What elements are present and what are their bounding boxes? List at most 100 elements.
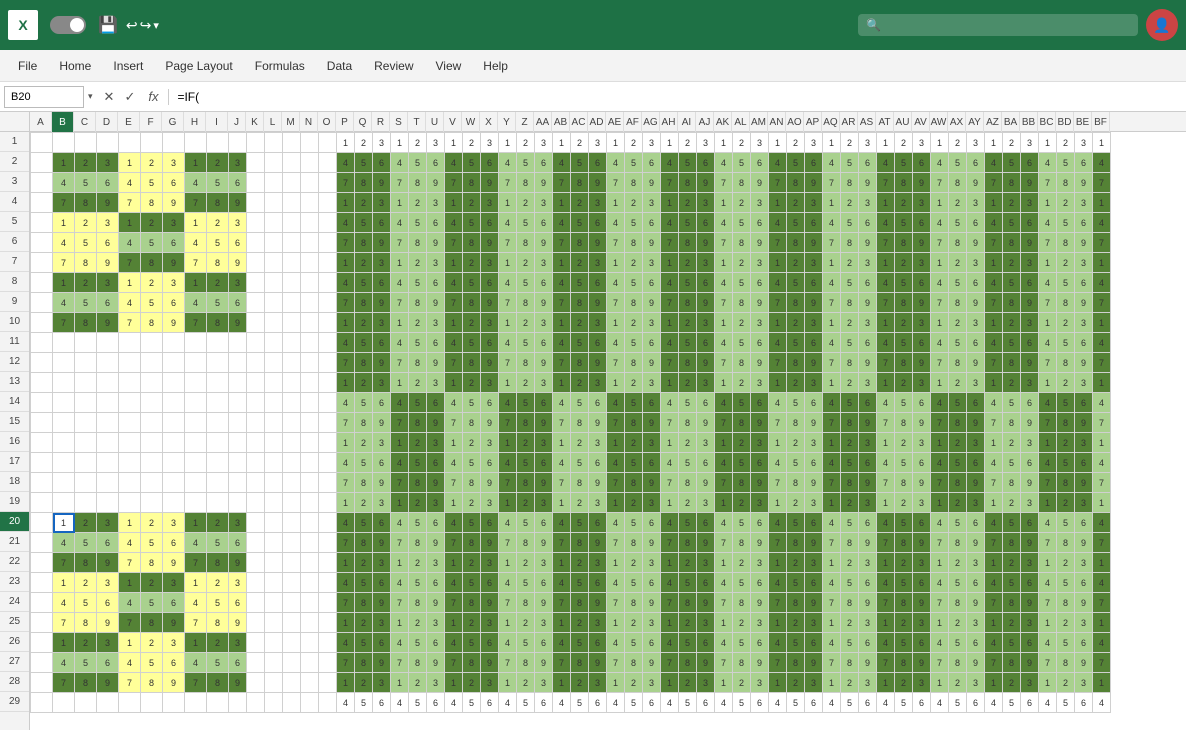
cell-BF4[interactable]: 1 (1093, 193, 1111, 213)
cell-AU18[interactable]: 8 (895, 473, 913, 493)
cell-AW9[interactable]: 7 (931, 293, 949, 313)
cell-AM1[interactable]: 3 (751, 133, 769, 153)
cell-G13[interactable] (163, 373, 185, 393)
cell-Y10[interactable]: 1 (499, 313, 517, 333)
cell-AB4[interactable]: 1 (553, 193, 571, 213)
cell-AF17[interactable]: 5 (625, 453, 643, 473)
cell-AO4[interactable]: 2 (787, 193, 805, 213)
cell-AT19[interactable]: 1 (877, 493, 895, 513)
cell-AS26[interactable]: 6 (859, 633, 877, 653)
row-num-19[interactable]: 19 (0, 492, 29, 512)
cell-F9[interactable]: 5 (141, 293, 163, 313)
cell-Y1[interactable]: 1 (499, 133, 517, 153)
cell-BF17[interactable]: 4 (1093, 453, 1111, 473)
cell-O26[interactable] (319, 633, 337, 653)
cell-AA16[interactable]: 3 (535, 433, 553, 453)
cell-AN11[interactable]: 4 (769, 333, 787, 353)
cell-AD4[interactable]: 3 (589, 193, 607, 213)
cell-E19[interactable] (119, 493, 141, 513)
cell-D29[interactable] (97, 693, 119, 713)
cell-N8[interactable] (301, 273, 319, 293)
cell-AI4[interactable]: 2 (679, 193, 697, 213)
cell-W22[interactable]: 2 (463, 553, 481, 573)
cell-J29[interactable] (229, 693, 247, 713)
cell-AS2[interactable]: 6 (859, 153, 877, 173)
cell-AY10[interactable]: 3 (967, 313, 985, 333)
cell-U29[interactable]: 6 (427, 693, 445, 713)
cell-AU6[interactable]: 8 (895, 233, 913, 253)
cell-BE27[interactable]: 9 (1075, 653, 1093, 673)
cell-Y23[interactable]: 4 (499, 573, 517, 593)
cell-U28[interactable]: 3 (427, 673, 445, 693)
cell-BD22[interactable]: 2 (1057, 553, 1075, 573)
cell-AT8[interactable]: 4 (877, 273, 895, 293)
cell-Z10[interactable]: 2 (517, 313, 535, 333)
cell-AY6[interactable]: 9 (967, 233, 985, 253)
cell-BE16[interactable]: 3 (1075, 433, 1093, 453)
cell-AN2[interactable]: 4 (769, 153, 787, 173)
cell-AQ25[interactable]: 1 (823, 613, 841, 633)
cell-AI27[interactable]: 8 (679, 653, 697, 673)
cell-Z9[interactable]: 8 (517, 293, 535, 313)
cell-AK26[interactable]: 4 (715, 633, 733, 653)
cell-L22[interactable] (265, 553, 283, 573)
cell-R23[interactable]: 6 (373, 573, 391, 593)
col-header-AM[interactable]: AM (750, 112, 768, 132)
cell-AG3[interactable]: 9 (643, 173, 661, 193)
cell-L8[interactable] (265, 273, 283, 293)
cell-Y12[interactable]: 7 (499, 353, 517, 373)
cell-Z2[interactable]: 5 (517, 153, 535, 173)
cell-BD9[interactable]: 8 (1057, 293, 1075, 313)
cell-BC22[interactable]: 1 (1039, 553, 1057, 573)
cell-AH26[interactable]: 4 (661, 633, 679, 653)
cell-V12[interactable]: 7 (445, 353, 463, 373)
cell-AX28[interactable]: 2 (949, 673, 967, 693)
cell-Z5[interactable]: 5 (517, 213, 535, 233)
cell-AF7[interactable]: 2 (625, 253, 643, 273)
cell-AB21[interactable]: 7 (553, 533, 571, 553)
cell-U13[interactable]: 3 (427, 373, 445, 393)
cell-AL9[interactable]: 8 (733, 293, 751, 313)
cell-AT29[interactable]: 4 (877, 693, 895, 713)
cell-F6[interactable]: 5 (141, 233, 163, 253)
cell-AM21[interactable]: 9 (751, 533, 769, 553)
cell-AN8[interactable]: 4 (769, 273, 787, 293)
cell-AY13[interactable]: 3 (967, 373, 985, 393)
col-header-Y[interactable]: Y (498, 112, 516, 132)
cell-AA3[interactable]: 9 (535, 173, 553, 193)
cell-J25[interactable]: 9 (229, 613, 247, 633)
cell-V6[interactable]: 7 (445, 233, 463, 253)
cell-M21[interactable] (283, 533, 301, 553)
cell-Q5[interactable]: 5 (355, 213, 373, 233)
cell-C17[interactable] (75, 453, 97, 473)
cell-F13[interactable] (141, 373, 163, 393)
cell-AS3[interactable]: 9 (859, 173, 877, 193)
cell-AJ7[interactable]: 3 (697, 253, 715, 273)
cell-O7[interactable] (319, 253, 337, 273)
cell-I1[interactable] (207, 133, 229, 153)
cell-D21[interactable]: 6 (97, 533, 119, 553)
cell-G19[interactable] (163, 493, 185, 513)
cell-AX22[interactable]: 2 (949, 553, 967, 573)
cell-O2[interactable] (319, 153, 337, 173)
cell-AA26[interactable]: 6 (535, 633, 553, 653)
cell-BF15[interactable]: 7 (1093, 413, 1111, 433)
cell-BC20[interactable]: 4 (1039, 513, 1057, 533)
cell-AQ2[interactable]: 4 (823, 153, 841, 173)
cell-H6[interactable]: 4 (185, 233, 207, 253)
cell-BE23[interactable]: 6 (1075, 573, 1093, 593)
cell-AQ22[interactable]: 1 (823, 553, 841, 573)
cell-B10[interactable]: 7 (53, 313, 75, 333)
cell-R5[interactable]: 6 (373, 213, 391, 233)
cell-AX29[interactable]: 5 (949, 693, 967, 713)
cell-AR28[interactable]: 2 (841, 673, 859, 693)
cell-AE10[interactable]: 1 (607, 313, 625, 333)
cell-G11[interactable] (163, 333, 185, 353)
cell-AG13[interactable]: 3 (643, 373, 661, 393)
cell-Y3[interactable]: 7 (499, 173, 517, 193)
cell-AE4[interactable]: 1 (607, 193, 625, 213)
cell-BF21[interactable]: 7 (1093, 533, 1111, 553)
cell-AD29[interactable]: 6 (589, 693, 607, 713)
cell-Q29[interactable]: 5 (355, 693, 373, 713)
cell-Z13[interactable]: 2 (517, 373, 535, 393)
